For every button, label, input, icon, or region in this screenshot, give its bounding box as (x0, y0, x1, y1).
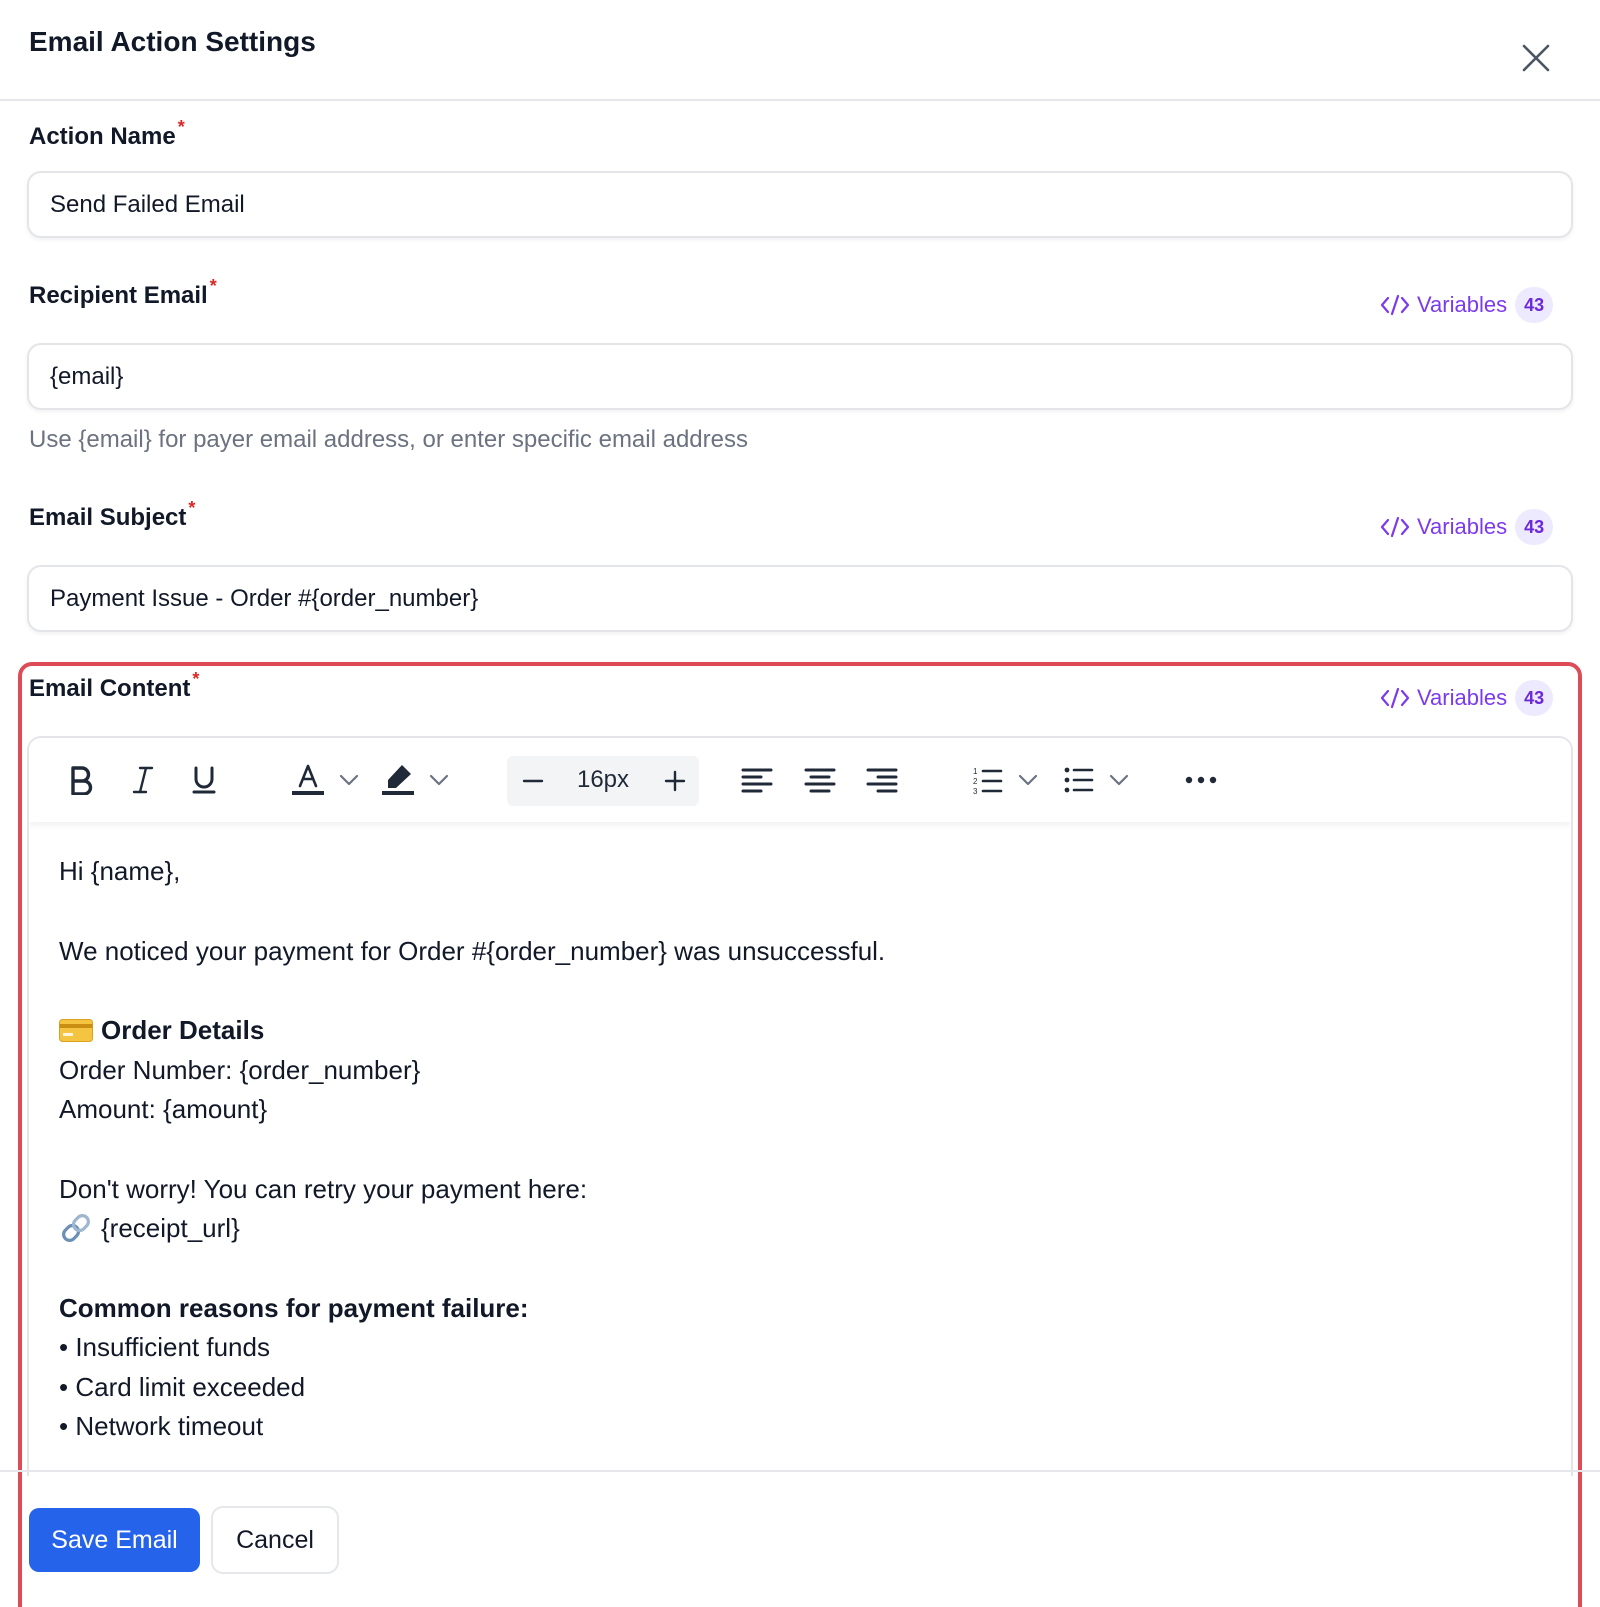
variables-count-badge: 43 (1515, 509, 1554, 545)
font-size-increase-icon (664, 770, 686, 792)
align-center-button[interactable] (800, 758, 840, 802)
italic-button[interactable] (123, 758, 163, 802)
required-mark: * (209, 276, 217, 296)
more-icon (1185, 776, 1217, 784)
reasons-heading: Common reasons for payment failure: (59, 1292, 529, 1323)
underline-icon (192, 766, 216, 794)
close-icon (1522, 44, 1550, 72)
receipt-url-line: {receipt_url} (59, 1209, 1539, 1249)
align-right-button[interactable] (862, 758, 902, 802)
text-color-icon (292, 764, 324, 795)
variables-label: Variables (1417, 292, 1508, 317)
bullet-list-icon (1064, 767, 1094, 793)
underline-button[interactable] (184, 758, 224, 802)
text-color-button[interactable] (285, 758, 365, 802)
align-center-icon (804, 768, 836, 793)
svg-text:1: 1 (973, 767, 978, 776)
ordered-list-icon: 1 2 3 (973, 767, 1003, 795)
align-left-icon (741, 768, 773, 793)
content-line: Don't worry! You can retry your payment … (59, 1173, 588, 1204)
font-size-decrease-icon (522, 779, 544, 783)
bold-button[interactable] (61, 758, 101, 802)
content-line: Amount: {amount} (59, 1094, 268, 1124)
bold-icon (71, 766, 93, 795)
svg-text:2: 2 (973, 777, 978, 786)
bullet-list-button[interactable] (1057, 758, 1137, 802)
font-size-increase-button[interactable] (653, 759, 697, 803)
variables-count-badge: 43 (1515, 287, 1554, 323)
chevron-down-icon (1018, 774, 1038, 786)
reason-item: • Insufficient funds (59, 1332, 270, 1362)
ordered-list-button[interactable]: 1 2 3 (966, 758, 1046, 802)
footer-divider (0, 1470, 1600, 1472)
cancel-button[interactable]: Cancel (211, 1506, 339, 1574)
font-size-decrease-button[interactable] (511, 759, 555, 803)
variables-label: Variables (1417, 514, 1508, 539)
font-size-control: 16px (507, 756, 699, 806)
modal-title: Email Action Settings (29, 26, 316, 57)
required-mark: * (177, 117, 185, 137)
credit-card-icon (59, 1019, 93, 1042)
link-icon (62, 1214, 90, 1242)
rich-text-editor[interactable]: 16px 1 2 3 Hi {name}, We noticed your pa… (27, 736, 1573, 1476)
chevron-down-icon (1109, 774, 1129, 786)
italic-icon (132, 766, 154, 794)
chevron-down-icon (339, 774, 359, 786)
code-icon (1380, 294, 1410, 316)
reason-item: • Network timeout (59, 1411, 264, 1441)
content-line: Order Number: {order_number} (59, 1054, 421, 1085)
chevron-down-icon (429, 774, 449, 786)
highlight-icon (382, 765, 414, 795)
action-name-input[interactable] (27, 171, 1573, 238)
action-name-label: Action Name * (29, 117, 185, 150)
subject-variables-button[interactable]: Variables 43 (1380, 507, 1554, 547)
editor-toolbar: 16px 1 2 3 (29, 738, 1571, 822)
align-left-button[interactable] (737, 758, 777, 802)
email-subject-label: Email Subject * (29, 498, 196, 531)
email-content-label: Email Content * (29, 669, 200, 702)
close-button[interactable] (1516, 38, 1556, 78)
code-icon (1380, 687, 1410, 709)
recipient-email-help: Use {email} for payer email address, or … (29, 426, 748, 453)
order-details-heading: Order Details (59, 1011, 1539, 1051)
content-line: Hi {name}, (59, 856, 181, 886)
email-subject-input[interactable] (27, 565, 1573, 632)
svg-text:3: 3 (973, 787, 978, 795)
more-options-button[interactable] (1179, 758, 1223, 802)
editor-content[interactable]: Hi {name}, We noticed your payment for O… (59, 852, 1539, 1447)
required-mark: * (192, 669, 200, 689)
content-line: We noticed your payment for Order #{orde… (59, 935, 886, 966)
highlight-button[interactable] (375, 758, 455, 802)
recipient-variables-button[interactable]: Variables 43 (1380, 285, 1554, 325)
variables-count-badge: 43 (1515, 680, 1554, 716)
content-variables-button[interactable]: Variables 43 (1380, 678, 1554, 718)
align-right-icon (866, 768, 898, 793)
recipient-email-input[interactable] (27, 343, 1573, 410)
variables-label: Variables (1417, 685, 1508, 710)
required-mark: * (188, 498, 196, 518)
modal-header: Email Action Settings (0, 0, 1600, 101)
recipient-email-label: Recipient Email * (29, 276, 217, 309)
reason-item: • Card limit exceeded (59, 1371, 306, 1402)
code-icon (1380, 516, 1410, 538)
save-email-button[interactable]: Save Email (29, 1508, 200, 1572)
font-size-value: 16px (576, 766, 630, 793)
